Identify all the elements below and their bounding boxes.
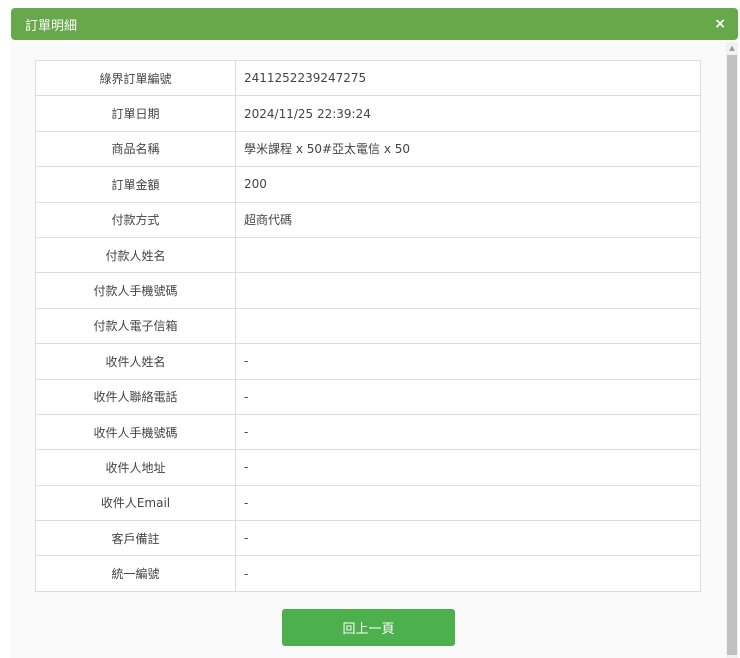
- back-button[interactable]: 回上一頁: [282, 609, 455, 646]
- row-label: 收件人聯絡電話: [35, 378, 236, 415]
- dialog-title: 訂單明細: [25, 18, 78, 34]
- table-row: 商品名稱 學米課程 x 50#亞太電信 x 50: [35, 130, 701, 168]
- table-row: 收件人聯絡電話 -: [35, 378, 701, 415]
- row-label: 付款人姓名: [35, 236, 236, 274]
- table-row: 付款人手機號碼: [35, 272, 701, 309]
- row-label: 收件人地址: [35, 449, 236, 486]
- scrollbar-thumb[interactable]: [727, 55, 737, 655]
- scroll-up-arrow-icon[interactable]: ▲: [726, 42, 738, 54]
- row-value: -: [235, 555, 701, 592]
- row-value: 2411252239247275: [235, 59, 701, 97]
- row-value: -: [235, 378, 701, 415]
- table-row: 綠界訂單編號 2411252239247275: [35, 59, 701, 97]
- row-label: 收件人手機號碼: [35, 413, 236, 451]
- table-row: 收件人姓名 -: [35, 343, 701, 380]
- row-label: 收件人Email: [35, 484, 236, 522]
- table-row: 付款方式 超商代碼: [35, 201, 701, 238]
- table-row: 訂單金額 200: [35, 166, 701, 203]
- row-label: 商品名稱: [35, 130, 236, 168]
- row-value: -: [235, 343, 701, 380]
- row-label: 客戶備註: [35, 520, 236, 557]
- row-label: 統一編號: [35, 555, 236, 592]
- row-value: 超商代碼: [235, 201, 701, 238]
- table-row: 訂單日期 2024/11/25 22:39:24: [35, 95, 701, 132]
- row-value: -: [235, 449, 701, 486]
- dialog-header: 訂單明細 ×: [11, 8, 738, 40]
- table-row: 付款人電子信箱: [35, 307, 701, 345]
- row-label: 訂單日期: [35, 95, 236, 132]
- row-value: 2024/11/25 22:39:24: [235, 95, 701, 132]
- row-label: 收件人姓名: [35, 343, 236, 380]
- table-row: 收件人手機號碼 -: [35, 413, 701, 451]
- row-value: [235, 236, 701, 274]
- table-row: 收件人地址 -: [35, 449, 701, 486]
- row-value: 學米課程 x 50#亞太電信 x 50: [235, 130, 701, 168]
- close-icon[interactable]: ×: [714, 16, 726, 32]
- row-value: -: [235, 484, 701, 522]
- row-value: [235, 307, 701, 345]
- row-label: 付款人手機號碼: [35, 272, 236, 309]
- table-row: 付款人姓名: [35, 236, 701, 274]
- order-detail-table: 綠界訂單編號 2411252239247275 訂單日期 2024/11/25 22:…: [35, 59, 701, 592]
- scrollbar[interactable]: ▲: [726, 42, 738, 658]
- row-value: [235, 272, 701, 309]
- row-value: -: [235, 520, 701, 557]
- table-row: 客戶備註 -: [35, 520, 701, 557]
- row-value: 200: [235, 166, 701, 203]
- dialog-body: 綠界訂單編號 2411252239247275 訂單日期 2024/11/25 22:…: [11, 42, 726, 658]
- table-row: 收件人Email -: [35, 484, 701, 522]
- table-row: 統一編號 -: [35, 555, 701, 592]
- row-label: 訂單金額: [35, 166, 236, 203]
- row-label: 綠界訂單編號: [35, 59, 236, 97]
- row-value: -: [235, 413, 701, 451]
- row-label: 付款人電子信箱: [35, 307, 236, 345]
- row-label: 付款方式: [35, 201, 236, 238]
